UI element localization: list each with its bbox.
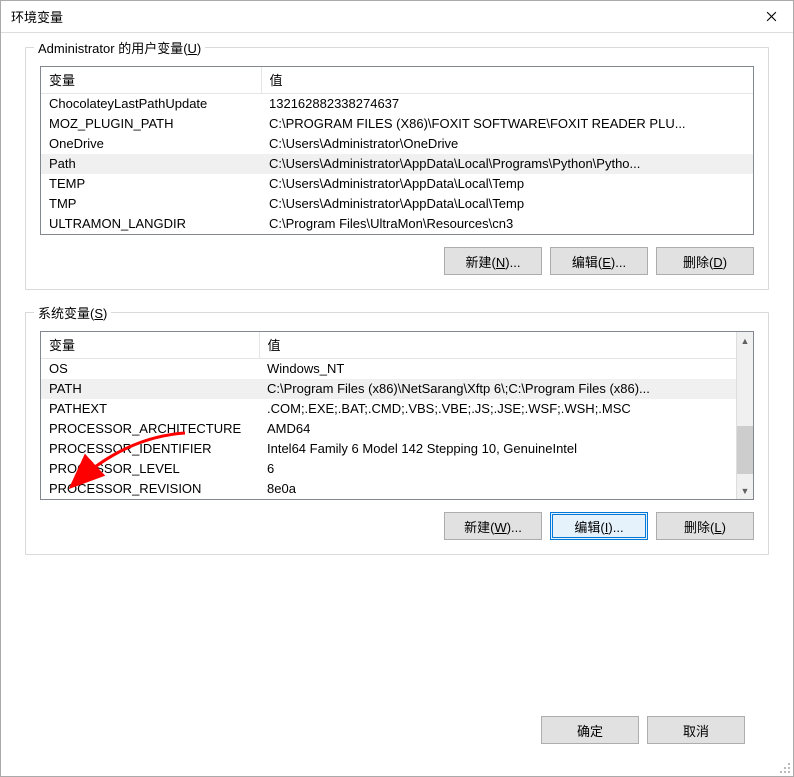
system-scrollbar[interactable]: ▲ ▼: [736, 332, 753, 499]
cell-variable: PROCESSOR_IDENTIFIER: [41, 439, 259, 459]
table-row[interactable]: PathC:\Users\Administrator\AppData\Local…: [41, 154, 753, 174]
user-edit-button[interactable]: 编辑(E)...: [550, 247, 648, 275]
cell-variable: ChocolateyLastPathUpdate: [41, 94, 261, 115]
scroll-thumb[interactable]: [737, 426, 753, 474]
cell-value: C:\Users\Administrator\OneDrive: [261, 134, 753, 154]
user-variables-group: Administrator 的用户变量(U) 变量 值 ChocolateyLa…: [25, 47, 769, 290]
cell-value: 6: [259, 459, 736, 479]
cell-value: C:\Users\Administrator\AppData\Local\Tem…: [261, 194, 753, 214]
cell-value: Intel64 Family 6 Model 142 Stepping 10, …: [259, 439, 736, 459]
cell-variable: PATHEXT: [41, 399, 259, 419]
cell-variable: TMP: [41, 194, 261, 214]
dialog-footer: 确定 取消: [25, 714, 769, 758]
close-button[interactable]: [749, 1, 793, 33]
cell-variable: OneDrive: [41, 134, 261, 154]
cell-variable: TEMP: [41, 174, 261, 194]
system-edit-button[interactable]: 编辑(I)...: [550, 512, 648, 540]
cell-variable: ULTRAMON_LANGDIR: [41, 214, 261, 234]
cell-value: Windows_NT: [259, 359, 736, 379]
table-row[interactable]: ChocolateyLastPathUpdate1321628823382746…: [41, 94, 753, 115]
cell-value: C:\Program Files (x86)\NetSarang\Xftp 6\…: [259, 379, 736, 399]
cell-value: C:\Users\Administrator\AppData\Local\Pro…: [261, 154, 753, 174]
table-row[interactable]: OneDriveC:\Users\Administrator\OneDrive: [41, 134, 753, 154]
cell-value: AMD64: [259, 419, 736, 439]
cell-value: .COM;.EXE;.BAT;.CMD;.VBS;.VBE;.JS;.JSE;.…: [259, 399, 736, 419]
system-new-button[interactable]: 新建(W)...: [444, 512, 542, 540]
title-bar: 环境变量: [1, 1, 793, 33]
table-row[interactable]: PATHEXT.COM;.EXE;.BAT;.CMD;.VBS;.VBE;.JS…: [41, 399, 736, 419]
cell-variable: PATH: [41, 379, 259, 399]
table-row[interactable]: PROCESSOR_LEVEL6: [41, 459, 736, 479]
table-row[interactable]: PROCESSOR_IDENTIFIERIntel64 Family 6 Mod…: [41, 439, 736, 459]
scroll-down-icon[interactable]: ▼: [737, 482, 754, 499]
resize-grip-icon[interactable]: [777, 760, 791, 774]
user-table-container: 变量 值 ChocolateyLastPathUpdate13216288233…: [40, 66, 754, 235]
user-col-value[interactable]: 值: [261, 67, 753, 94]
system-delete-button[interactable]: 删除(L): [656, 512, 754, 540]
cell-variable: MOZ_PLUGIN_PATH: [41, 114, 261, 134]
content-area: Administrator 的用户变量(U) 变量 值 ChocolateyLa…: [1, 33, 793, 776]
cell-variable: Path: [41, 154, 261, 174]
sys-col-value[interactable]: 值: [259, 332, 736, 359]
user-col-variable[interactable]: 变量: [41, 67, 261, 94]
system-group-legend: 系统变量(S): [34, 303, 111, 322]
cell-value: C:\PROGRAM FILES (X86)\FOXIT SOFTWARE\FO…: [261, 114, 753, 134]
cell-variable: PROCESSOR_LEVEL: [41, 459, 259, 479]
system-table-container: 变量 值 OSWindows_NTPATHC:\Program Files (x…: [40, 331, 754, 500]
user-button-row: 新建(N)... 编辑(E)... 删除(D): [40, 247, 754, 275]
system-variables-table[interactable]: 变量 值 OSWindows_NTPATHC:\Program Files (x…: [41, 332, 736, 499]
ok-button[interactable]: 确定: [541, 716, 639, 744]
user-variables-table[interactable]: 变量 值 ChocolateyLastPathUpdate13216288233…: [41, 67, 753, 234]
cell-variable: PROCESSOR_ARCHITECTURE: [41, 419, 259, 439]
table-row[interactable]: PATHC:\Program Files (x86)\NetSarang\Xft…: [41, 379, 736, 399]
system-variables-group: 系统变量(S) 变量 值 OSWindows_NTPATHC:\Program …: [25, 312, 769, 555]
cell-variable: OS: [41, 359, 259, 379]
cell-value: 8e0a: [259, 479, 736, 499]
cell-value: 132162882338274637: [261, 94, 753, 115]
table-row[interactable]: MOZ_PLUGIN_PATHC:\PROGRAM FILES (X86)\FO…: [41, 114, 753, 134]
cell-value: C:\Program Files\UltraMon\Resources\cn3: [261, 214, 753, 234]
user-delete-button[interactable]: 删除(D): [656, 247, 754, 275]
table-row[interactable]: OSWindows_NT: [41, 359, 736, 379]
environment-variables-dialog: 环境变量 Administrator 的用户变量(U) 变量 值 Chocola…: [0, 0, 794, 777]
cell-variable: PROCESSOR_REVISION: [41, 479, 259, 499]
cancel-button[interactable]: 取消: [647, 716, 745, 744]
scroll-up-icon[interactable]: ▲: [737, 332, 754, 349]
sys-col-variable[interactable]: 变量: [41, 332, 259, 359]
user-new-button[interactable]: 新建(N)...: [444, 247, 542, 275]
user-group-legend: Administrator 的用户变量(U): [34, 38, 205, 57]
system-button-row: 新建(W)... 编辑(I)... 删除(L): [40, 512, 754, 540]
table-row[interactable]: PROCESSOR_REVISION8e0a: [41, 479, 736, 499]
table-row[interactable]: PROCESSOR_ARCHITECTUREAMD64: [41, 419, 736, 439]
window-title: 环境变量: [11, 7, 749, 26]
table-row[interactable]: TMPC:\Users\Administrator\AppData\Local\…: [41, 194, 753, 214]
table-row[interactable]: ULTRAMON_LANGDIRC:\Program Files\UltraMo…: [41, 214, 753, 234]
table-row[interactable]: TEMPC:\Users\Administrator\AppData\Local…: [41, 174, 753, 194]
cell-value: C:\Users\Administrator\AppData\Local\Tem…: [261, 174, 753, 194]
scroll-track[interactable]: [737, 349, 753, 482]
close-icon: [766, 11, 777, 22]
